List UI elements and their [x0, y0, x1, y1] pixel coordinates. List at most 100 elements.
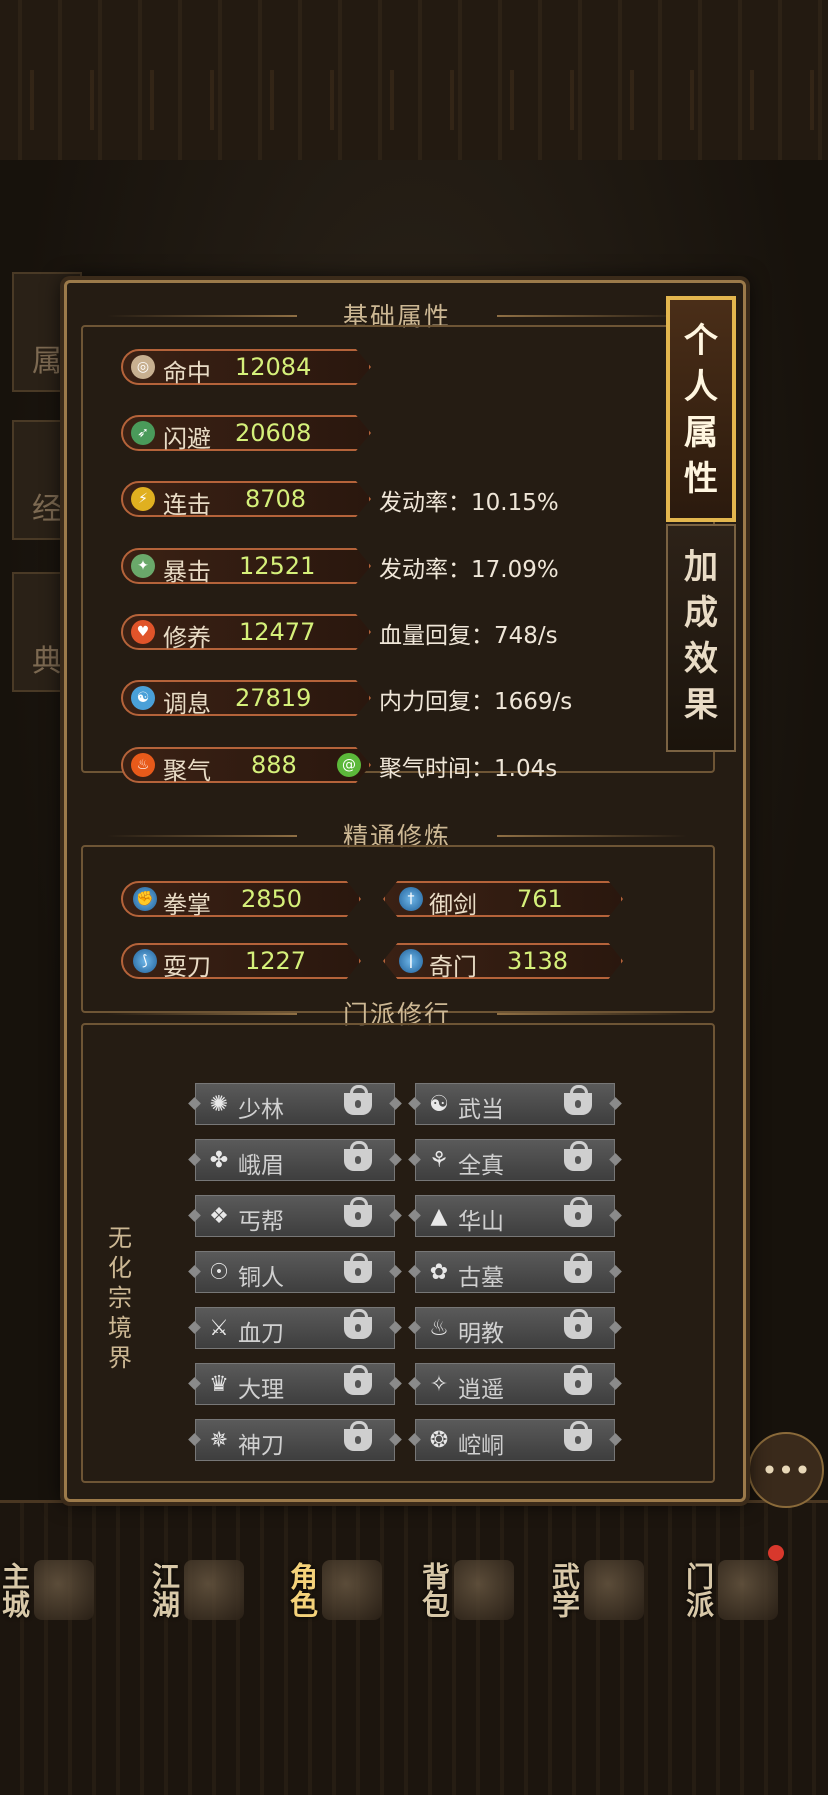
stat-name: 聚气	[163, 757, 211, 785]
stat-extra: 发动率：10.15%	[379, 490, 559, 516]
stat-name: 暴击	[163, 558, 211, 586]
sect-name: 铜人	[238, 1265, 284, 1291]
bag-icon	[454, 1560, 514, 1620]
lock-icon	[344, 1365, 372, 1395]
lock-icon	[564, 1085, 592, 1115]
gaibang-icon: ❖	[209, 1203, 229, 1229]
city-icon	[34, 1560, 94, 1620]
nav-main-city[interactable]: 主城	[0, 1535, 110, 1645]
nav-martial-arts[interactable]: 武学	[548, 1535, 660, 1645]
sword-icon: †	[399, 887, 423, 911]
lock-icon	[564, 1309, 592, 1339]
blade-icon: ⟆	[133, 949, 157, 973]
combo-icon: ⚡	[131, 487, 155, 511]
accuracy-icon: ◎	[131, 355, 155, 379]
stat-pill: ⚡ 连击 8708	[121, 481, 371, 517]
sect-huashan[interactable]: ▲ 华山	[415, 1195, 615, 1237]
lock-icon	[344, 1309, 372, 1339]
xiaoyao-icon: ✧	[429, 1371, 449, 1397]
stat-name: 调息	[163, 690, 211, 718]
stat-extra: 内力回复：1669/s	[379, 689, 573, 715]
stat-value: 27819	[235, 684, 312, 712]
sect-name: 少林	[238, 1097, 284, 1123]
stat-pill: ♨ 聚气 888 @	[121, 747, 371, 783]
top-frieze-decoration	[0, 0, 828, 164]
mingjiao-icon: ♨	[429, 1315, 449, 1341]
mastery-value: 2850	[241, 885, 303, 913]
dali-icon: ♛	[209, 1371, 229, 1397]
nav-character[interactable]: 角色	[286, 1535, 398, 1645]
sect-tongren[interactable]: ☉ 铜人	[195, 1251, 395, 1293]
sect-name: 丐帮	[238, 1209, 284, 1235]
sect-shaolin[interactable]: ✺ 少林	[195, 1083, 395, 1125]
stat-pill: ◎ 命中 12084	[121, 349, 371, 385]
stat-name: 修养	[163, 624, 211, 652]
kongtong-icon: ❂	[429, 1427, 449, 1453]
attribute-panel: 基础属性 ◎ 命中 12084 ➶ 闪避 20608 ⚡ 连击 8708 发动率…	[64, 280, 746, 1502]
stat-pill: ♥ 修养 12477	[121, 614, 371, 650]
stat-extra: 血量回复：748/s	[379, 623, 558, 649]
sect-mingjiao[interactable]: ♨ 明教	[415, 1307, 615, 1349]
nav-label: 门派	[682, 1562, 715, 1618]
sect-name: 古墓	[458, 1265, 504, 1291]
sect-shendao[interactable]: ✵ 神刀	[195, 1419, 395, 1461]
mastery-value: 1227	[245, 947, 307, 975]
sect-quanzhen[interactable]: ⚘ 全真	[415, 1139, 615, 1181]
flame-icon: ♨	[131, 753, 155, 777]
sect-name: 全真	[458, 1153, 504, 1179]
stat-value: 888	[251, 751, 297, 779]
tab-personal-attributes[interactable]: 个人属性	[666, 296, 736, 522]
mastery-name: 拳掌	[163, 891, 211, 919]
sect-name: 大理	[238, 1377, 284, 1403]
stat-value: 8708	[245, 485, 307, 513]
sect-gumu[interactable]: ✿ 古墓	[415, 1251, 615, 1293]
lock-icon	[564, 1141, 592, 1171]
notification-dot	[768, 1545, 784, 1561]
emei-icon: ✤	[209, 1147, 229, 1173]
breath-icon: ☯	[131, 686, 155, 710]
sect-dali[interactable]: ♛ 大理	[195, 1363, 395, 1405]
stat-pill: ➶ 闪避 20608	[121, 415, 371, 451]
stat-name: 命中	[163, 359, 211, 387]
nav-bag[interactable]: 背包	[418, 1535, 530, 1645]
stat-value: 12477	[239, 618, 316, 646]
huashan-icon: ▲	[430, 1203, 448, 1229]
sects-section-box	[81, 1023, 715, 1483]
scroll-icon	[322, 1560, 382, 1620]
lock-icon	[564, 1197, 592, 1227]
nav-label: 江湖	[148, 1562, 181, 1618]
mastery-fist: ✊ 拳掌 2850	[121, 881, 361, 917]
stat-name: 闪避	[163, 425, 211, 453]
sect-name: 武当	[458, 1097, 504, 1123]
sect-gaibang[interactable]: ❖ 丐帮	[195, 1195, 395, 1237]
lock-icon	[564, 1365, 592, 1395]
realm-label: 无化宗境界	[108, 1224, 132, 1372]
sect-wudang[interactable]: ☯ 武当	[415, 1083, 615, 1125]
lock-icon	[344, 1197, 372, 1227]
sect-name: 血刀	[238, 1321, 284, 1347]
cauldron-icon	[718, 1560, 778, 1620]
heart-icon: ♥	[131, 620, 155, 644]
mastery-name: 御剑	[429, 891, 477, 919]
nav-label: 背包	[418, 1562, 451, 1618]
lock-icon	[344, 1421, 372, 1451]
sect-name: 明教	[458, 1321, 504, 1347]
lock-icon	[344, 1253, 372, 1283]
tab-bonus-effects[interactable]: 加成效果	[666, 524, 736, 752]
sect-emei[interactable]: ✤ 峨眉	[195, 1139, 395, 1181]
sect-kongtong[interactable]: ❂ 崆峒	[415, 1419, 615, 1461]
mastery-name: 奇门	[429, 953, 477, 981]
stat-extra: 发动率：17.09%	[379, 557, 559, 583]
mastery-odd-weapon: ǀ 奇门 3138	[383, 943, 623, 979]
nav-label: 武学	[548, 1562, 581, 1618]
chat-button[interactable]: •••	[748, 1432, 824, 1508]
tongren-icon: ☉	[209, 1259, 229, 1285]
wudang-icon: ☯	[429, 1091, 449, 1117]
sect-xiaoyao[interactable]: ✧ 逍遥	[415, 1363, 615, 1405]
sect-name: 华山	[458, 1209, 504, 1235]
mastery-blade: ⟆ 耍刀 1227	[121, 943, 361, 979]
nav-jianghu[interactable]: 江湖	[148, 1535, 260, 1645]
sect-xuedao[interactable]: ⚔ 血刀	[195, 1307, 395, 1349]
xuedao-icon: ⚔	[209, 1315, 229, 1341]
stat-value: 20608	[235, 419, 312, 447]
